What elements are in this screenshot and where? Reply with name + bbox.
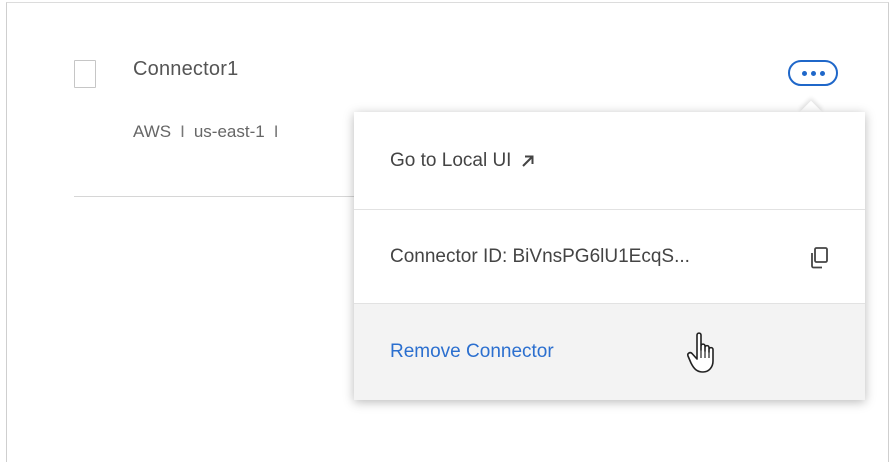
remove-connector-menu-item[interactable]: Remove Connector — [354, 304, 865, 400]
external-link-arrow-icon — [522, 155, 534, 167]
connector-region: us-east-1 — [193, 122, 265, 141]
more-horizontal-icon — [819, 70, 825, 76]
hand-pointer-icon — [687, 332, 714, 373]
remove-connector-label: Remove Connector — [390, 341, 554, 362]
go-to-local-ui-menu-item[interactable]: Go to Local UI — [354, 112, 865, 210]
more-horizontal-icon — [810, 70, 816, 76]
copy-icon[interactable] — [808, 246, 830, 270]
connector-name: Connector1 — [133, 58, 239, 80]
connector-id-menu-item: Connector ID: BiVnsPG6lU1EcqS... — [354, 210, 865, 304]
card-divider — [74, 196, 364, 197]
separator: I — [180, 122, 185, 141]
separator: I — [273, 122, 279, 141]
connector-id-label: Connector ID: BiVnsPG6lU1EcqS... — [390, 245, 690, 267]
go-to-local-ui-label: Go to Local UI — [390, 149, 512, 171]
connector-actions-menu: Go to Local UI Connector ID: BiVnsPG6lU1… — [354, 112, 865, 400]
connector-provider: AWS — [133, 122, 172, 141]
connector-select-checkbox[interactable] — [74, 60, 96, 88]
more-actions-button[interactable] — [788, 60, 838, 86]
more-horizontal-icon — [801, 70, 807, 76]
connector-details: AWS Ius-east-1 I — [133, 122, 287, 142]
